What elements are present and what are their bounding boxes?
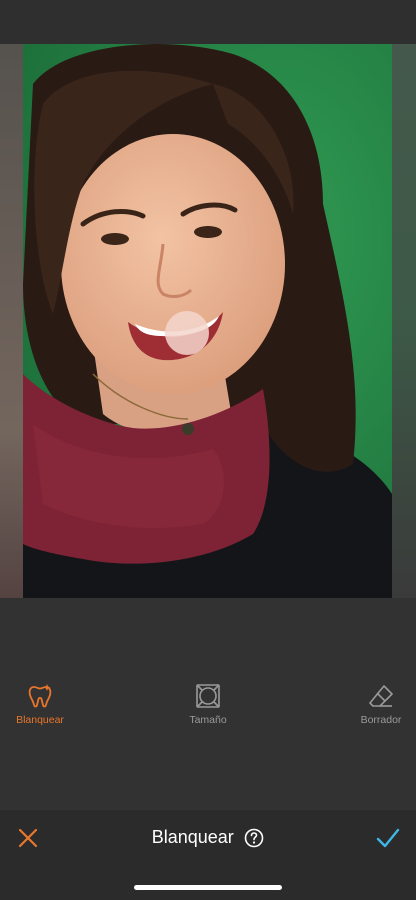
tool-eraser-label: Borrador bbox=[360, 714, 402, 726]
bottom-bar: Blanquear bbox=[0, 810, 416, 900]
tool-size[interactable]: Tamaño bbox=[168, 682, 248, 726]
tool-whiten[interactable]: Blanquear bbox=[0, 682, 80, 726]
checkmark-icon[interactable] bbox=[374, 824, 402, 852]
tool-eraser[interactable]: Borrador bbox=[341, 682, 416, 726]
blurred-edge-right bbox=[392, 44, 416, 598]
portrait-photo[interactable] bbox=[23, 44, 392, 598]
eraser-icon bbox=[369, 685, 393, 707]
photo-canvas[interactable] bbox=[0, 44, 416, 598]
top-bar bbox=[0, 0, 416, 44]
resize-circle-icon bbox=[196, 684, 220, 708]
title-group: Blanquear bbox=[0, 827, 416, 848]
blurred-edge-left bbox=[0, 44, 23, 598]
page-title: Blanquear bbox=[151, 827, 234, 847]
tool-whiten-label: Blanquear bbox=[16, 714, 64, 726]
tool-bar: Blanquear Tamaño Borrador bbox=[0, 670, 416, 730]
question-circle-icon[interactable] bbox=[244, 828, 264, 848]
tool-size-label: Tamaño bbox=[189, 714, 227, 726]
tooth-icon bbox=[28, 684, 52, 708]
home-indicator bbox=[134, 885, 282, 890]
